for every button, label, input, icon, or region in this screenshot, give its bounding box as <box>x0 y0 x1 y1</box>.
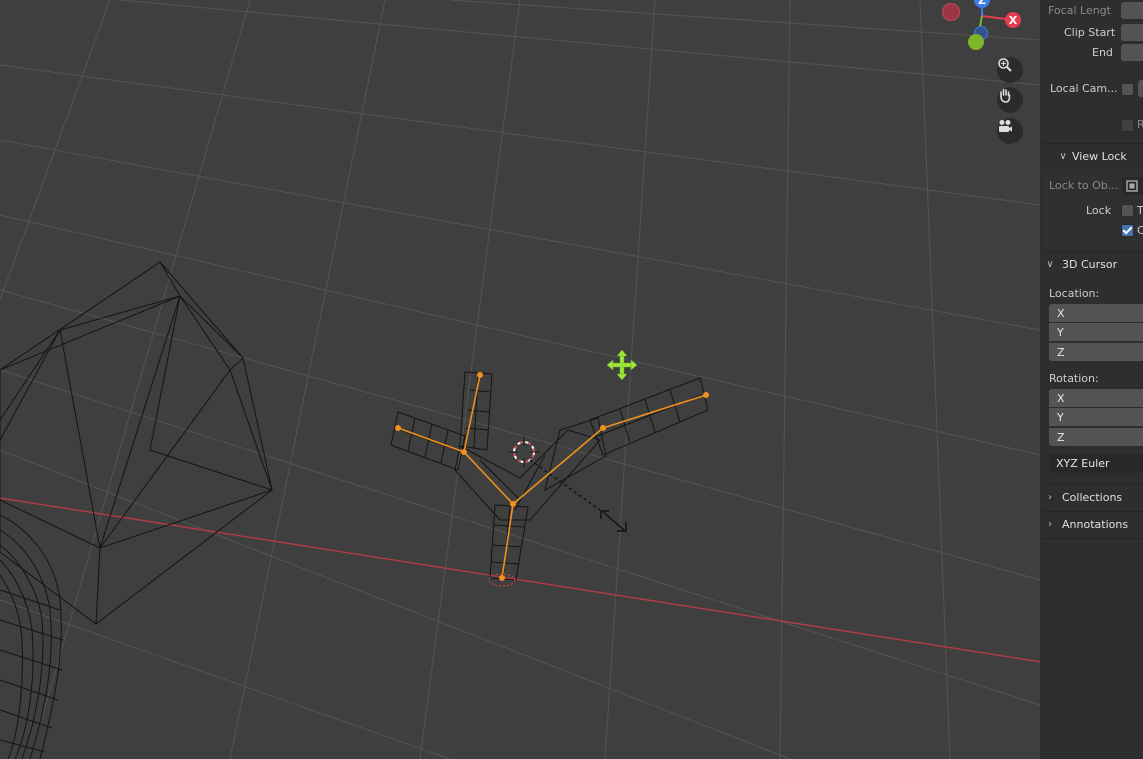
wireframe-mesh <box>0 514 64 759</box>
viewport-canvas[interactable] <box>0 0 1143 759</box>
clip-end-field[interactable] <box>1121 44 1143 61</box>
gizmo-x-label: X <box>1008 13 1018 27</box>
rotation-y-label: Y <box>1057 410 1064 424</box>
transform-hint-arrow <box>529 459 627 532</box>
lock-label: Lock <box>1086 204 1112 217</box>
zoom-button[interactable] <box>997 57 1023 83</box>
gizmo-neg-x-ball[interactable] <box>942 3 960 21</box>
rotation-z-label: Z <box>1057 430 1065 444</box>
gizmo-y-ball[interactable] <box>968 34 984 50</box>
camera-icon <box>999 120 1012 132</box>
local-camera-checkbox[interactable] <box>1121 83 1134 96</box>
location-x-label: X <box>1057 306 1065 320</box>
render-region-label: R <box>1137 118 1143 131</box>
view-lock-title: View Lock <box>1072 149 1127 163</box>
clip-end-label: End <box>1092 46 1113 59</box>
3d-cursor-header[interactable]: ∨ 3D Cursor <box>1043 253 1143 275</box>
pan-button[interactable] <box>997 87 1023 113</box>
3d-cursor-title: 3D Cursor <box>1062 257 1118 271</box>
annotations-title: Annotations <box>1062 517 1129 531</box>
chevron-right-icon: › <box>1048 518 1052 530</box>
view-lock-header[interactable]: ∨ View Lock <box>1056 145 1143 167</box>
chevron-down-icon: ∨ <box>1046 258 1054 270</box>
collections-title: Collections <box>1062 490 1123 504</box>
lock-to-object-field[interactable] <box>1122 177 1143 195</box>
zoom-icon <box>998 58 1012 72</box>
collections-header[interactable]: › Collections <box>1043 486 1143 508</box>
focal-length-label: Focal Lengt <box>1048 4 1111 17</box>
lock-to-object-label: Lock to Ob... <box>1049 179 1119 192</box>
wireframe-cube <box>0 261 273 625</box>
location-x-field[interactable]: X <box>1049 304 1143 322</box>
location-y-label: Y <box>1057 325 1064 339</box>
object-icon <box>1126 180 1138 192</box>
rotation-label: Rotation: <box>1049 372 1099 385</box>
3d-viewport[interactable]: Z X <box>0 0 1143 759</box>
gizmo-x-ball[interactable]: X <box>1005 12 1021 28</box>
move-icon <box>606 349 638 381</box>
rotation-mode-dropdown[interactable]: XYZ Euler <box>1049 454 1143 473</box>
armature-wire <box>390 371 709 587</box>
lock-camera-to-view-label: C <box>1137 224 1143 237</box>
location-label: Location: <box>1049 287 1100 300</box>
clip-start-label: Clip Start <box>1064 26 1116 39</box>
lock-to-3d-cursor-label: T <box>1137 204 1143 217</box>
render-region-checkbox[interactable] <box>1121 119 1134 132</box>
chevron-right-icon: › <box>1048 491 1052 503</box>
local-camera-field[interactable] <box>1138 80 1143 97</box>
annotations-header[interactable]: › Annotations <box>1043 513 1143 535</box>
lock-to-3d-cursor-checkbox[interactable] <box>1121 204 1134 217</box>
local-camera-label: Local Cam... <box>1050 82 1118 95</box>
location-z-label: Z <box>1057 345 1065 359</box>
location-z-field[interactable]: Z <box>1049 343 1143 361</box>
rotation-z-field[interactable]: Z <box>1049 428 1143 446</box>
rotation-x-field[interactable]: X <box>1049 389 1143 407</box>
chevron-down-icon: ∨ <box>1059 150 1067 162</box>
location-y-field[interactable]: Y <box>1049 323 1143 341</box>
focal-length-field[interactable] <box>1121 2 1143 19</box>
rotation-x-label: X <box>1057 391 1065 405</box>
gizmo-z-label: Z <box>978 0 986 7</box>
lock-camera-to-view-checkbox[interactable] <box>1121 224 1134 237</box>
x-axis-line <box>0 497 1143 679</box>
armature-bones <box>394 371 709 581</box>
rotation-mode-value: XYZ Euler <box>1056 457 1110 470</box>
rotation-y-field[interactable]: Y <box>1049 408 1143 426</box>
clip-start-field[interactable] <box>1121 24 1143 41</box>
camera-view-button[interactable] <box>997 118 1023 144</box>
pan-hand-icon <box>1000 88 1011 103</box>
